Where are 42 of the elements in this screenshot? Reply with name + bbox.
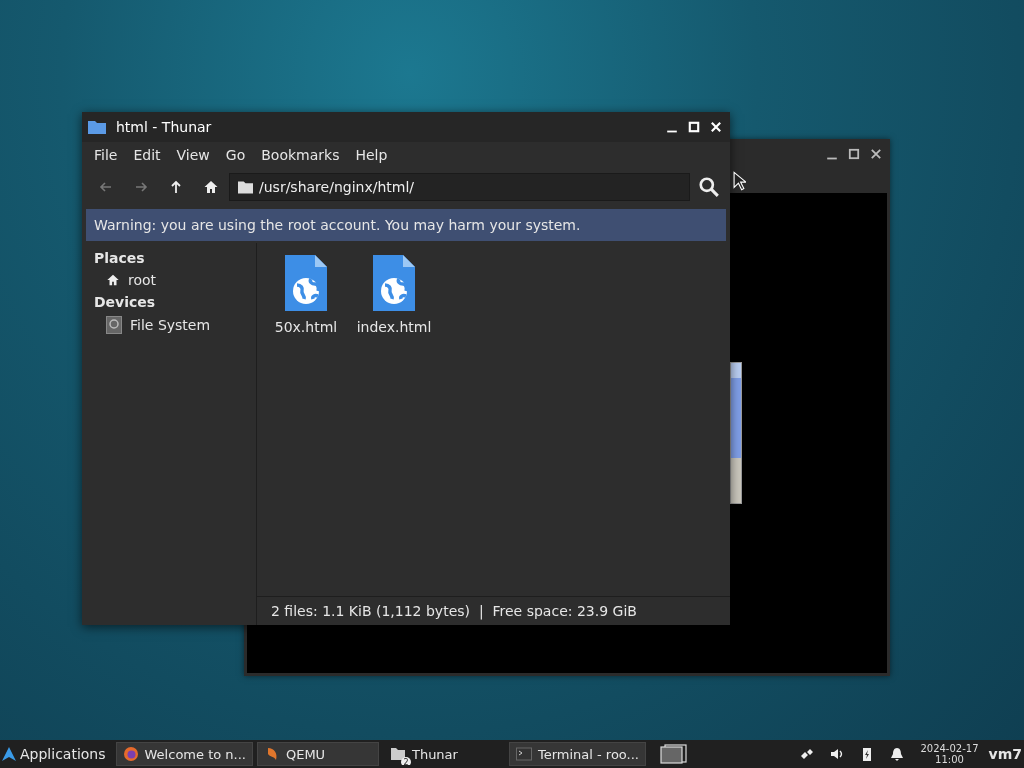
taskbar-button[interactable]: Terminal - roo... bbox=[508, 742, 646, 766]
folder-icon bbox=[88, 120, 106, 134]
network-icon[interactable] bbox=[799, 746, 816, 762]
taskbar-button[interactable]: Welcome to n... bbox=[115, 742, 253, 766]
terminal-icon bbox=[515, 746, 532, 762]
mouse-pointer-icon bbox=[733, 171, 746, 191]
html-document[interactable]: 50x.html bbox=[267, 253, 345, 337]
menu-item[interactable]: Bookmarks bbox=[253, 147, 348, 163]
sidebar-item[interactable]: root bbox=[82, 269, 256, 291]
applications-menu-button[interactable]: Applications bbox=[0, 740, 112, 768]
sidebar-heading: Devices bbox=[93, 293, 157, 312]
menu-item[interactable]: File bbox=[86, 147, 126, 163]
browser-icon bbox=[122, 746, 139, 762]
menu-item[interactable]: View bbox=[168, 147, 218, 163]
status-bar: 2 files: 1.1 KiB (1,112 bytes) | Free space: 23.9 GiB bbox=[257, 596, 730, 625]
sidebar-item[interactable]: File System bbox=[82, 313, 256, 337]
folder-icon bbox=[238, 180, 253, 194]
home-icon[interactable] bbox=[203, 179, 219, 195]
window-title: html - Thunar bbox=[116, 119, 212, 135]
home-icon bbox=[106, 273, 120, 287]
menu-item[interactable]: Go bbox=[217, 147, 254, 163]
clock-time: 11:00 bbox=[935, 754, 964, 765]
web-file-icon bbox=[283, 255, 329, 313]
window-count-badge: 2 bbox=[400, 757, 411, 765]
folder-icon bbox=[389, 746, 406, 762]
user-name[interactable]: vm7 bbox=[988, 746, 1022, 762]
maximize-icon[interactable] bbox=[848, 148, 860, 160]
location-field[interactable]: /usr/share/nginx/html/ bbox=[229, 173, 690, 201]
menu-item[interactable]: Edit bbox=[125, 147, 169, 163]
clock-date: 2024-02-17 bbox=[920, 743, 979, 754]
sidebar-heading: Places bbox=[93, 249, 146, 268]
web-file-icon bbox=[371, 255, 417, 313]
html-document[interactable]: index.html bbox=[355, 253, 433, 337]
search-icon[interactable] bbox=[698, 176, 720, 198]
drive-icon bbox=[106, 316, 122, 334]
show-desktop-icon[interactable] bbox=[660, 744, 688, 764]
close-icon[interactable] bbox=[870, 148, 882, 160]
warning-banner: Warning: you are using the root account. You may harm your system. bbox=[86, 209, 726, 241]
menu-item[interactable]: Help bbox=[347, 147, 396, 163]
taskbar-button[interactable]: QEMU bbox=[256, 742, 379, 766]
notification-bell-icon[interactable] bbox=[889, 746, 906, 762]
logo-icon bbox=[2, 747, 16, 761]
